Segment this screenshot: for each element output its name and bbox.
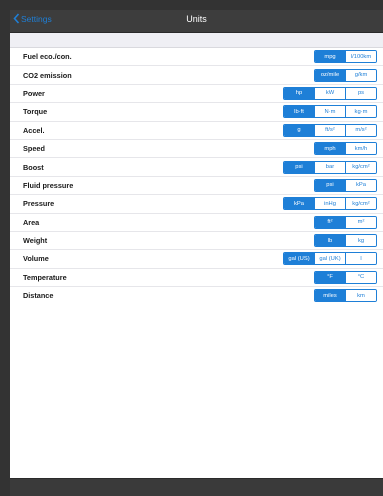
unit-segmented-control: mpg l/100km: [314, 50, 377, 64]
unit-row: Torque lb·ft N·m kg·m: [10, 103, 383, 122]
unit-option-button[interactable]: lb·ft: [284, 106, 314, 118]
unit-segmented-control: mph km/h: [314, 142, 377, 156]
unit-row-label: Fuel eco./con.: [23, 52, 72, 62]
unit-option-button[interactable]: l: [345, 253, 376, 265]
unit-option-button[interactable]: inHg: [314, 198, 345, 210]
unit-row: Volume gal (US) gal (UK) l: [10, 250, 383, 269]
unit-row: Temperature °F °C: [10, 269, 383, 288]
unit-row: Accel. g ft/s² m/s²: [10, 122, 383, 140]
unit-option-button[interactable]: kg: [345, 235, 376, 247]
unit-option-button[interactable]: kg/cm²: [345, 198, 376, 210]
unit-option-button[interactable]: kPa: [345, 179, 376, 191]
unit-row-label: Speed: [23, 144, 45, 154]
unit-option-button[interactable]: g/km: [345, 69, 376, 81]
bottom-bar: [10, 478, 383, 496]
unit-row-label: Boost: [23, 162, 44, 172]
unit-row: Fuel eco./con. mpg l/100km: [10, 48, 383, 67]
unit-segmented-control: psi bar kg/cm²: [283, 160, 377, 174]
unit-segmented-control: gal (US) gal (UK) l: [283, 252, 377, 266]
unit-row: Speed mph km/h: [10, 140, 383, 159]
unit-segmented-control: hp kW ps: [283, 86, 377, 100]
unit-segmented-control: lb kg: [314, 234, 377, 248]
unit-option-button[interactable]: °F: [315, 271, 345, 283]
unit-row-label: Area: [23, 217, 40, 227]
unit-option-button[interactable]: kPa: [284, 198, 314, 210]
unit-option-button[interactable]: kg·m: [345, 106, 376, 118]
unit-option-button[interactable]: km: [345, 290, 376, 302]
unit-option-button[interactable]: psi: [315, 179, 345, 191]
unit-row-label: Torque: [23, 107, 48, 117]
unit-row: Power hp kW ps: [10, 85, 383, 104]
unit-row: Pressure kPa inHg kg/cm²: [10, 195, 383, 214]
unit-option-button[interactable]: ft/s²: [314, 124, 345, 136]
unit-option-button[interactable]: bar: [314, 161, 345, 173]
unit-row: Area ft² m²: [10, 214, 383, 232]
unit-option-button[interactable]: g: [284, 124, 314, 136]
app-frame: Settings Units Fuel eco./con. mpg l/100km C…: [0, 0, 383, 496]
section-spacer: [10, 33, 383, 48]
unit-option-button[interactable]: kW: [314, 87, 345, 99]
unit-option-button[interactable]: psi: [284, 161, 314, 173]
unit-rows: Fuel eco./con. mpg l/100km CO2 emission oz/m…: [10, 48, 383, 304]
unit-option-button[interactable]: m/s²: [345, 124, 376, 136]
unit-row-label: Fluid pressure: [23, 180, 74, 190]
unit-option-button[interactable]: ps: [345, 87, 376, 99]
unit-option-button[interactable]: miles: [315, 290, 345, 302]
unit-option-button[interactable]: mph: [315, 143, 345, 155]
unit-row-label: Volume: [23, 254, 49, 264]
unit-option-button[interactable]: oz/mile: [315, 69, 345, 81]
unit-option-button[interactable]: m²: [345, 216, 376, 228]
unit-row-label: Temperature: [23, 272, 67, 282]
unit-segmented-control: g ft/s² m/s²: [283, 123, 377, 137]
unit-segmented-control: lb·ft N·m kg·m: [283, 105, 377, 119]
unit-option-button[interactable]: l/100km: [345, 51, 376, 63]
unit-row-label: CO2 emission: [23, 70, 72, 80]
unit-option-button[interactable]: mpg: [315, 51, 345, 63]
unit-row: Boost psi bar kg/cm²: [10, 158, 383, 177]
unit-segmented-control: ft² m²: [314, 215, 377, 229]
unit-option-button[interactable]: km/h: [345, 143, 376, 155]
unit-row-label: Weight: [23, 236, 48, 246]
unit-row: Distance miles km: [10, 287, 383, 304]
unit-row: Weight lb kg: [10, 232, 383, 251]
unit-segmented-control: psi kPa: [314, 178, 377, 192]
unit-segmented-control: miles km: [314, 289, 377, 303]
page-title: Units: [186, 14, 207, 24]
unit-option-button[interactable]: gal (US): [284, 253, 314, 265]
unit-option-button[interactable]: gal (UK): [314, 253, 345, 265]
unit-option-button[interactable]: kg/cm²: [345, 161, 376, 173]
unit-row-label: Distance: [23, 291, 54, 301]
navigation-bar: Settings Units: [10, 10, 383, 33]
unit-row: CO2 emission oz/mile g/km: [10, 66, 383, 85]
unit-option-button[interactable]: hp: [284, 87, 314, 99]
unit-option-button[interactable]: ft²: [315, 216, 345, 228]
unit-segmented-control: kPa inHg kg/cm²: [283, 197, 377, 211]
unit-option-button[interactable]: N·m: [314, 106, 345, 118]
unit-option-button[interactable]: lb: [315, 235, 345, 247]
unit-segmented-control: °F °C: [314, 270, 377, 284]
unit-segmented-control: oz/mile g/km: [314, 68, 377, 82]
unit-row: Fluid pressure psi kPa: [10, 177, 383, 196]
unit-row-label: Power: [23, 88, 45, 98]
units-table: Fuel eco./con. mpg l/100km CO2 emission oz/m…: [10, 33, 383, 478]
unit-option-button[interactable]: °C: [345, 271, 376, 283]
unit-row-label: Accel.: [23, 125, 45, 135]
unit-row-label: Pressure: [23, 199, 55, 209]
